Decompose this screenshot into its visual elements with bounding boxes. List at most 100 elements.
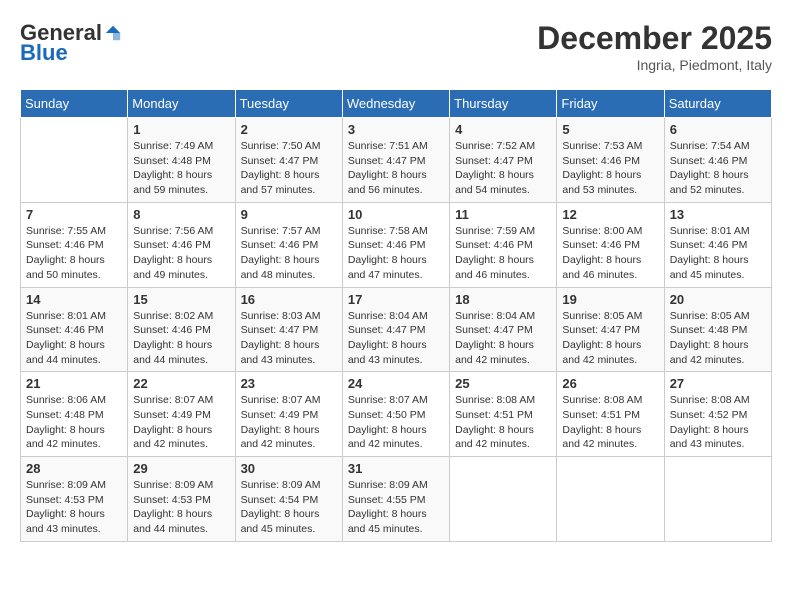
calendar-cell: 25 Sunrise: 8:08 AMSunset: 4:51 PMDaylig… <box>450 372 557 457</box>
day-info: Sunrise: 8:08 AMSunset: 4:52 PMDaylight:… <box>670 393 766 452</box>
calendar-week-row: 28 Sunrise: 8:09 AMSunset: 4:53 PMDaylig… <box>21 457 772 542</box>
calendar-table: SundayMondayTuesdayWednesdayThursdayFrid… <box>20 89 772 542</box>
calendar-cell: 18 Sunrise: 8:04 AMSunset: 4:47 PMDaylig… <box>450 287 557 372</box>
calendar-cell <box>450 457 557 542</box>
day-info: Sunrise: 7:57 AMSunset: 4:46 PMDaylight:… <box>241 224 337 283</box>
title-block: December 2025 Ingria, Piedmont, Italy <box>537 20 772 73</box>
calendar-cell: 20 Sunrise: 8:05 AMSunset: 4:48 PMDaylig… <box>664 287 771 372</box>
day-info: Sunrise: 7:52 AMSunset: 4:47 PMDaylight:… <box>455 139 551 198</box>
calendar-cell: 26 Sunrise: 8:08 AMSunset: 4:51 PMDaylig… <box>557 372 664 457</box>
day-info: Sunrise: 8:07 AMSunset: 4:50 PMDaylight:… <box>348 393 444 452</box>
calendar-cell: 4 Sunrise: 7:52 AMSunset: 4:47 PMDayligh… <box>450 118 557 203</box>
day-number: 15 <box>133 292 229 307</box>
day-info: Sunrise: 7:53 AMSunset: 4:46 PMDaylight:… <box>562 139 658 198</box>
calendar-cell: 24 Sunrise: 8:07 AMSunset: 4:50 PMDaylig… <box>342 372 449 457</box>
day-number: 21 <box>26 376 122 391</box>
day-number: 5 <box>562 122 658 137</box>
calendar-cell: 9 Sunrise: 7:57 AMSunset: 4:46 PMDayligh… <box>235 202 342 287</box>
calendar-cell: 14 Sunrise: 8:01 AMSunset: 4:46 PMDaylig… <box>21 287 128 372</box>
day-info: Sunrise: 7:59 AMSunset: 4:46 PMDaylight:… <box>455 224 551 283</box>
day-number: 17 <box>348 292 444 307</box>
day-number: 29 <box>133 461 229 476</box>
calendar-cell: 22 Sunrise: 8:07 AMSunset: 4:49 PMDaylig… <box>128 372 235 457</box>
calendar-week-row: 21 Sunrise: 8:06 AMSunset: 4:48 PMDaylig… <box>21 372 772 457</box>
calendar-cell: 30 Sunrise: 8:09 AMSunset: 4:54 PMDaylig… <box>235 457 342 542</box>
calendar-cell: 16 Sunrise: 8:03 AMSunset: 4:47 PMDaylig… <box>235 287 342 372</box>
calendar-cell: 17 Sunrise: 8:04 AMSunset: 4:47 PMDaylig… <box>342 287 449 372</box>
day-number: 3 <box>348 122 444 137</box>
day-number: 9 <box>241 207 337 222</box>
weekday-header: Sunday <box>21 90 128 118</box>
day-info: Sunrise: 7:55 AMSunset: 4:46 PMDaylight:… <box>26 224 122 283</box>
day-number: 28 <box>26 461 122 476</box>
day-info: Sunrise: 7:54 AMSunset: 4:46 PMDaylight:… <box>670 139 766 198</box>
day-number: 11 <box>455 207 551 222</box>
day-number: 14 <box>26 292 122 307</box>
calendar-cell: 19 Sunrise: 8:05 AMSunset: 4:47 PMDaylig… <box>557 287 664 372</box>
day-info: Sunrise: 8:04 AMSunset: 4:47 PMDaylight:… <box>455 309 551 368</box>
day-info: Sunrise: 8:01 AMSunset: 4:46 PMDaylight:… <box>670 224 766 283</box>
weekday-header: Tuesday <box>235 90 342 118</box>
weekday-header-row: SundayMondayTuesdayWednesdayThursdayFrid… <box>21 90 772 118</box>
day-number: 18 <box>455 292 551 307</box>
day-number: 4 <box>455 122 551 137</box>
day-number: 8 <box>133 207 229 222</box>
day-info: Sunrise: 8:09 AMSunset: 4:53 PMDaylight:… <box>133 478 229 537</box>
day-number: 2 <box>241 122 337 137</box>
day-info: Sunrise: 8:07 AMSunset: 4:49 PMDaylight:… <box>241 393 337 452</box>
day-number: 25 <box>455 376 551 391</box>
day-info: Sunrise: 7:49 AMSunset: 4:48 PMDaylight:… <box>133 139 229 198</box>
day-number: 12 <box>562 207 658 222</box>
calendar-cell <box>21 118 128 203</box>
calendar-week-row: 7 Sunrise: 7:55 AMSunset: 4:46 PMDayligh… <box>21 202 772 287</box>
calendar-cell: 29 Sunrise: 8:09 AMSunset: 4:53 PMDaylig… <box>128 457 235 542</box>
weekday-header: Thursday <box>450 90 557 118</box>
calendar-cell: 12 Sunrise: 8:00 AMSunset: 4:46 PMDaylig… <box>557 202 664 287</box>
calendar-cell: 21 Sunrise: 8:06 AMSunset: 4:48 PMDaylig… <box>21 372 128 457</box>
day-info: Sunrise: 8:06 AMSunset: 4:48 PMDaylight:… <box>26 393 122 452</box>
day-info: Sunrise: 8:07 AMSunset: 4:49 PMDaylight:… <box>133 393 229 452</box>
day-number: 10 <box>348 207 444 222</box>
day-number: 6 <box>670 122 766 137</box>
weekday-header: Monday <box>128 90 235 118</box>
logo-icon <box>104 24 122 42</box>
day-number: 24 <box>348 376 444 391</box>
weekday-header: Friday <box>557 90 664 118</box>
calendar-cell: 6 Sunrise: 7:54 AMSunset: 4:46 PMDayligh… <box>664 118 771 203</box>
calendar-week-row: 14 Sunrise: 8:01 AMSunset: 4:46 PMDaylig… <box>21 287 772 372</box>
calendar-cell: 5 Sunrise: 7:53 AMSunset: 4:46 PMDayligh… <box>557 118 664 203</box>
day-info: Sunrise: 8:09 AMSunset: 4:55 PMDaylight:… <box>348 478 444 537</box>
day-info: Sunrise: 8:03 AMSunset: 4:47 PMDaylight:… <box>241 309 337 368</box>
calendar-cell: 23 Sunrise: 8:07 AMSunset: 4:49 PMDaylig… <box>235 372 342 457</box>
calendar-cell: 1 Sunrise: 7:49 AMSunset: 4:48 PMDayligh… <box>128 118 235 203</box>
day-info: Sunrise: 8:01 AMSunset: 4:46 PMDaylight:… <box>26 309 122 368</box>
day-number: 19 <box>562 292 658 307</box>
day-info: Sunrise: 8:02 AMSunset: 4:46 PMDaylight:… <box>133 309 229 368</box>
weekday-header: Wednesday <box>342 90 449 118</box>
calendar-cell: 10 Sunrise: 7:58 AMSunset: 4:46 PMDaylig… <box>342 202 449 287</box>
day-info: Sunrise: 7:58 AMSunset: 4:46 PMDaylight:… <box>348 224 444 283</box>
day-info: Sunrise: 8:09 AMSunset: 4:53 PMDaylight:… <box>26 478 122 537</box>
day-info: Sunrise: 8:08 AMSunset: 4:51 PMDaylight:… <box>455 393 551 452</box>
page-header: General Blue December 2025 Ingria, Piedm… <box>20 20 772 73</box>
weekday-header: Saturday <box>664 90 771 118</box>
day-number: 22 <box>133 376 229 391</box>
calendar-cell: 27 Sunrise: 8:08 AMSunset: 4:52 PMDaylig… <box>664 372 771 457</box>
calendar-cell <box>557 457 664 542</box>
day-info: Sunrise: 7:50 AMSunset: 4:47 PMDaylight:… <box>241 139 337 198</box>
calendar-cell: 7 Sunrise: 7:55 AMSunset: 4:46 PMDayligh… <box>21 202 128 287</box>
calendar-cell <box>664 457 771 542</box>
day-info: Sunrise: 8:05 AMSunset: 4:47 PMDaylight:… <box>562 309 658 368</box>
location: Ingria, Piedmont, Italy <box>537 57 772 73</box>
month-title: December 2025 <box>537 20 772 57</box>
day-number: 27 <box>670 376 766 391</box>
day-number: 26 <box>562 376 658 391</box>
calendar-cell: 2 Sunrise: 7:50 AMSunset: 4:47 PMDayligh… <box>235 118 342 203</box>
calendar-cell: 11 Sunrise: 7:59 AMSunset: 4:46 PMDaylig… <box>450 202 557 287</box>
calendar-cell: 31 Sunrise: 8:09 AMSunset: 4:55 PMDaylig… <box>342 457 449 542</box>
day-number: 31 <box>348 461 444 476</box>
calendar-cell: 3 Sunrise: 7:51 AMSunset: 4:47 PMDayligh… <box>342 118 449 203</box>
day-number: 20 <box>670 292 766 307</box>
day-number: 13 <box>670 207 766 222</box>
day-info: Sunrise: 8:05 AMSunset: 4:48 PMDaylight:… <box>670 309 766 368</box>
